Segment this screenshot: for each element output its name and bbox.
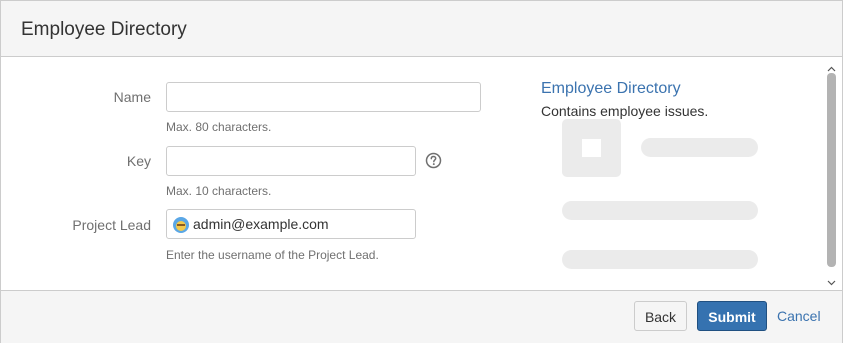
project-lead-picker[interactable]: admin@example.com — [166, 209, 416, 239]
user-avatar-icon — [173, 217, 189, 233]
preview-title-link[interactable]: Employee Directory — [541, 80, 681, 98]
project-lead-value: admin@example.com — [193, 216, 329, 232]
preview-image-placeholder — [562, 119, 621, 177]
key-input[interactable] — [166, 146, 416, 176]
preview-description: Contains employee issues. — [541, 103, 709, 119]
dialog-footer: Back Submit Cancel — [1, 290, 842, 343]
preview-placeholder-bar — [641, 138, 758, 157]
project-lead-description: Enter the username of the Project Lead. — [166, 248, 379, 262]
name-description: Max. 80 characters. — [166, 120, 272, 134]
dialog-header: Employee Directory — [1, 1, 842, 57]
name-label: Name — [113, 89, 151, 105]
submit-button[interactable]: Submit — [697, 301, 767, 331]
back-button[interactable]: Back — [634, 301, 687, 331]
key-description: Max. 10 characters. — [166, 184, 272, 198]
dialog-title: Employee Directory — [21, 19, 187, 40]
scroll-down-icon[interactable] — [827, 274, 836, 286]
create-project-dialog: Employee Directory Name Max. 80 characte… — [0, 0, 843, 343]
key-label: Key — [126, 153, 151, 169]
cancel-link[interactable]: Cancel — [777, 308, 821, 324]
preview-placeholder-bar — [562, 250, 758, 269]
name-input[interactable] — [166, 82, 481, 112]
vertical-scrollbar[interactable] — [823, 57, 840, 290]
scroll-up-icon[interactable] — [827, 61, 836, 72]
preview-placeholder-bar — [562, 201, 758, 220]
dialog-body: Name Max. 80 characters. Key Max. 10 cha… — [1, 57, 842, 290]
question-circle-icon[interactable] — [425, 152, 442, 169]
project-lead-label: Project Lead — [72, 217, 151, 233]
scrollbar-thumb[interactable] — [827, 73, 836, 267]
